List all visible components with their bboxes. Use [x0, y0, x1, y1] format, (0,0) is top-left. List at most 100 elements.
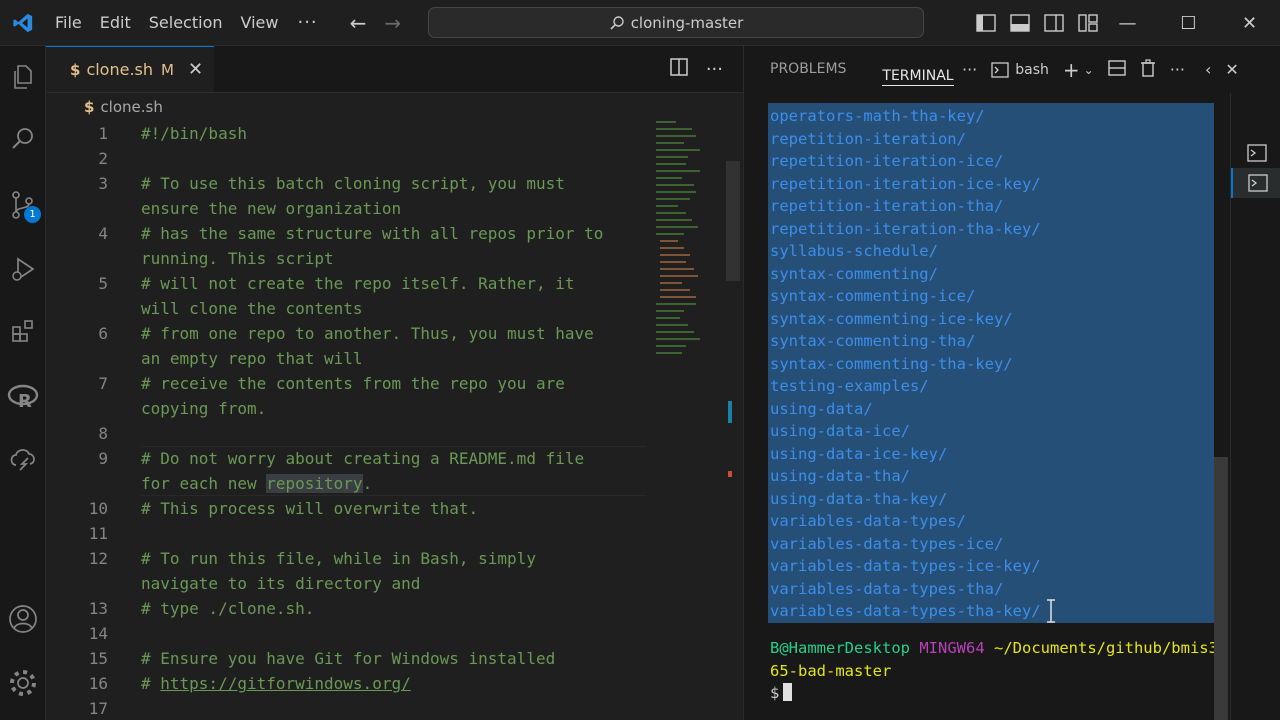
code-line: 5 # will not create the repo itself. Rath… — [46, 271, 646, 296]
new-terminal-icon[interactable]: + — [1063, 58, 1080, 82]
terminal-line: using-data-ice/ — [770, 422, 910, 440]
code-text: # has the same structure with all repos … — [141, 224, 604, 243]
code-editor[interactable]: 1 #!/bin/bash 2 3 # To use this batch clonin… — [46, 121, 646, 720]
r-icon[interactable]: R — [0, 372, 46, 422]
code-text: will clone the contents — [141, 299, 363, 318]
minimap-line — [660, 261, 686, 263]
prompt-host: MINGW64 — [919, 639, 985, 657]
shell-file-icon: $ — [84, 98, 95, 116]
terminal-dropdown-chevron-icon[interactable]: ⌄ — [1084, 63, 1094, 77]
accounts-icon[interactable] — [0, 594, 46, 644]
prompt-symbol: $ — [770, 684, 780, 702]
editor-scroll-thumb[interactable] — [726, 161, 740, 281]
run-debug-icon[interactable] — [0, 244, 46, 294]
close-window-button[interactable]: ✕ — [1219, 0, 1280, 46]
code-line: 11 — [46, 521, 646, 546]
toggle-secondary-sidebar-icon[interactable] — [1042, 13, 1066, 33]
search-icon[interactable] — [0, 114, 46, 164]
minimap-line — [660, 247, 684, 249]
source-control-icon[interactable]: 1 — [0, 180, 46, 230]
minimap[interactable] — [656, 121, 726, 421]
code-text: # from one repo to another. Thus, you mu… — [141, 324, 594, 343]
manage-gear-icon[interactable] — [0, 658, 46, 708]
forward-arrow-icon[interactable]: → — [384, 11, 401, 35]
code-text: # will not create the repo itself. Rathe… — [141, 274, 575, 293]
code-line: 12 # To run this file, while in Bash, sim… — [46, 546, 646, 571]
terminal-line: variables-data-types-ice-key/ — [770, 557, 1041, 575]
code-text: an empty repo that will — [141, 349, 363, 368]
menu-file[interactable]: File — [46, 0, 91, 46]
toggle-panel-icon[interactable] — [1008, 13, 1032, 33]
line-number: 7 — [98, 374, 108, 393]
code-line: 7 # receive the contents from the repo yo… — [46, 371, 646, 396]
remote-icon[interactable] — [0, 434, 46, 484]
shell-file-icon: $ — [70, 60, 81, 79]
current-line-highlight — [141, 446, 646, 496]
code-line: 15 # Ensure you have Git for Windows inst… — [46, 646, 646, 671]
line-number: 8 — [98, 424, 108, 443]
terminal-line: repetition-iteration-ice/ — [770, 152, 1004, 170]
panel-header: PROBLEMS TERMINAL ··· bash + ⌄ ··· ‹ ✕ — [744, 46, 1280, 93]
maximize-button[interactable]: ☐ — [1158, 0, 1219, 46]
terminal-output[interactable]: operators-math-tha-key/repetition-iterat… — [744, 103, 1218, 720]
menu-selection[interactable]: Selection — [140, 0, 232, 46]
split-editor-icon[interactable] — [670, 58, 688, 81]
menu-bar: File Edit Selection View ··· — [46, 0, 328, 46]
toggle-primary-sidebar-icon[interactable] — [974, 13, 998, 33]
tab-terminal[interactable]: TERMINAL — [882, 53, 954, 86]
tab-problems[interactable]: PROBLEMS — [770, 46, 846, 93]
terminal-more-icon[interactable]: ··· — [1170, 60, 1185, 79]
code-text: copying from. — [141, 399, 267, 418]
panel-more-icon[interactable]: ··· — [962, 60, 977, 79]
menu-view[interactable]: View — [232, 0, 288, 46]
terminal-scroll-thumb[interactable] — [1214, 457, 1228, 720]
command-center-search[interactable]: cloning-master — [428, 7, 924, 38]
terminal-icon — [1247, 174, 1268, 192]
prompt-path: 65-bad-master — [770, 661, 892, 680]
svg-text:R: R — [18, 391, 32, 411]
extensions-icon[interactable] — [0, 306, 46, 356]
terminal-line: syntax-commenting-tha/ — [770, 332, 976, 350]
menu-more-icon[interactable]: ··· — [287, 12, 327, 33]
line-number: 6 — [98, 324, 108, 343]
chevron-left-icon[interactable]: ‹ — [1205, 60, 1211, 79]
close-tab-icon[interactable]: ✕ — [188, 59, 203, 80]
terminal-instance-1[interactable] — [1231, 138, 1280, 168]
kill-terminal-trash-icon[interactable] — [1140, 58, 1156, 81]
line-number: 17 — [88, 699, 108, 718]
code-line: navigate to its directory and — [46, 571, 646, 596]
minimap-line — [656, 128, 692, 130]
minimap-line — [656, 212, 686, 214]
terminal-selector[interactable]: bash — [991, 62, 1049, 78]
more-actions-icon[interactable]: ··· — [706, 59, 723, 80]
code-text-segment: # — [141, 674, 161, 693]
menu-edit[interactable]: Edit — [91, 0, 140, 46]
code-text: ensure the new organization — [141, 199, 402, 218]
close-panel-icon[interactable]: ✕ — [1225, 60, 1238, 79]
terminal-scrollbar[interactable] — [1214, 103, 1228, 720]
code-text: # To use this batch cloning script, you … — [141, 174, 565, 193]
minimap-line — [656, 205, 678, 207]
terminal-line: variables-data-types/ — [770, 512, 966, 530]
back-arrow-icon[interactable]: ← — [350, 11, 367, 35]
url-link[interactable]: https://gitforwindows.org/ — [160, 674, 410, 693]
minimize-button[interactable]: — — [1097, 0, 1158, 46]
code-line: 17 — [46, 696, 646, 720]
terminal-line: using-data-tha/ — [770, 467, 910, 485]
terminal-instance-2[interactable] — [1231, 168, 1280, 198]
minimap-line — [656, 317, 680, 319]
editor-scrollbar[interactable] — [726, 121, 740, 720]
split-terminal-icon[interactable] — [1108, 59, 1126, 80]
line-number: 2 — [98, 149, 108, 168]
code-text: running. This script — [141, 249, 334, 268]
terminal-icon — [1246, 144, 1267, 162]
minimap-line — [656, 191, 696, 193]
minimap-line — [656, 163, 686, 165]
breadcrumb-file[interactable]: clone.sh — [100, 98, 162, 116]
explorer-icon[interactable] — [0, 52, 46, 102]
code-line: 4 # has the same structure with all repos… — [46, 221, 646, 246]
tab-clone-sh[interactable]: $ clone.sh M ✕ — [46, 46, 214, 92]
terminal-input-line[interactable]: $ — [770, 682, 793, 705]
minimap-line — [656, 331, 694, 333]
code-text: # receive the contents from the repo you… — [141, 374, 565, 393]
